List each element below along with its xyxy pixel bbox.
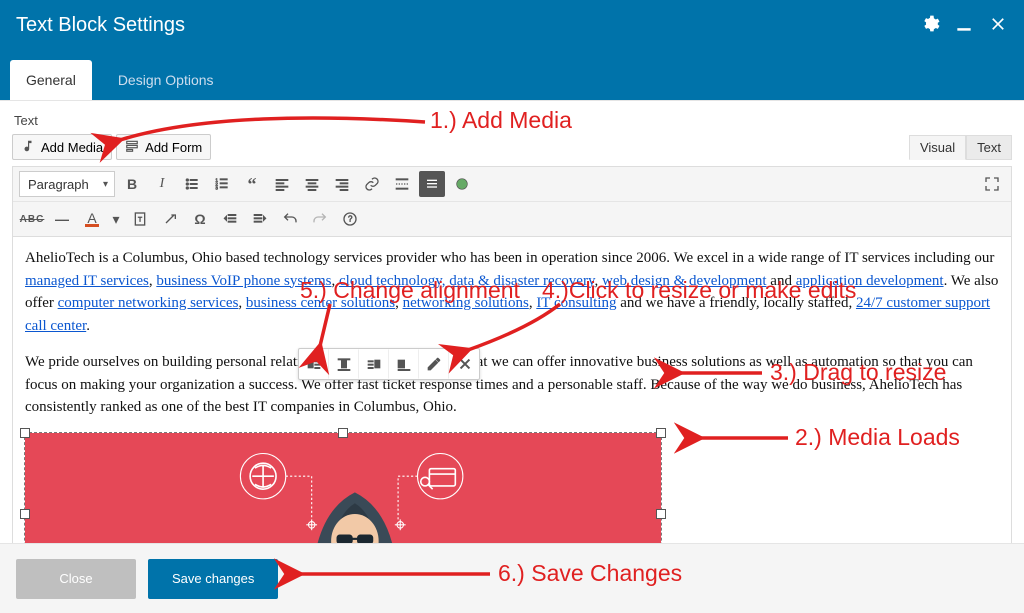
paste-text-button[interactable]: T: [127, 206, 153, 232]
tab-bar: General Design Options: [0, 50, 1024, 100]
editor-content[interactable]: AhelioTech is a Columbus, Ohio based tec…: [12, 237, 1012, 543]
embedded-image[interactable]: [25, 433, 661, 544]
distraction-free-button[interactable]: [449, 171, 475, 197]
image-edit-button[interactable]: [419, 349, 449, 379]
editor-tab-text[interactable]: Text: [966, 135, 1012, 160]
svg-text:T: T: [138, 217, 142, 224]
minimize-icon[interactable]: [954, 14, 974, 37]
resize-handle-tl[interactable]: [20, 428, 30, 438]
link-netsol[interactable]: networking solutions: [403, 295, 529, 311]
indent-button[interactable]: [247, 206, 273, 232]
tab-general[interactable]: General: [10, 60, 92, 100]
special-char-button[interactable]: Ω: [187, 206, 213, 232]
image-illustration: [25, 433, 661, 544]
number-list-button[interactable]: 123: [209, 171, 235, 197]
field-label-text: Text: [14, 113, 1012, 128]
format-select[interactable]: Paragraph: [19, 171, 115, 197]
read-more-button[interactable]: [389, 171, 415, 197]
link-itcons[interactable]: IT consulting: [536, 295, 616, 311]
window-title: Text Block Settings: [16, 14, 185, 37]
tab-design-options[interactable]: Design Options: [102, 60, 230, 100]
resize-handle-ml[interactable]: [20, 509, 30, 519]
link-bizcenter[interactable]: business center solutions: [246, 295, 395, 311]
link-webdev[interactable]: web design & development: [602, 273, 767, 289]
link-appdev[interactable]: application development: [796, 273, 944, 289]
link-voip[interactable]: business VoIP phone systems: [156, 273, 331, 289]
blockquote-button[interactable]: “: [239, 171, 265, 197]
bold-button[interactable]: B: [119, 171, 145, 197]
gear-icon[interactable]: [920, 14, 940, 37]
form-icon: [125, 139, 139, 156]
editor-toolbar: Paragraph B I 123 “ ABC — A ▾ T Ω: [12, 166, 1012, 237]
hr-button[interactable]: —: [49, 206, 75, 232]
link-cloud[interactable]: cloud technology, data & disaster recove…: [339, 273, 594, 289]
link-button[interactable]: [359, 171, 385, 197]
window-controls: [920, 14, 1008, 37]
svg-text:?: ?: [348, 215, 353, 224]
outdent-button[interactable]: [217, 206, 243, 232]
fullscreen-button[interactable]: [979, 171, 1005, 197]
add-form-label: Add Form: [145, 140, 202, 155]
add-media-button[interactable]: Add Media: [12, 134, 112, 160]
media-button-row: Add Media Add Form Visual Text: [12, 134, 1012, 160]
add-media-label: Add Media: [41, 140, 103, 155]
image-align-right-button[interactable]: [359, 349, 389, 379]
editor-mode-tabs: Visual Text: [909, 135, 1012, 160]
image-align-left-button[interactable]: [299, 349, 329, 379]
editor-tab-visual[interactable]: Visual: [909, 135, 966, 160]
clear-format-button[interactable]: [157, 206, 183, 232]
window-header: Text Block Settings: [0, 0, 1024, 50]
svg-text:3: 3: [215, 185, 218, 190]
link-netserv[interactable]: computer networking services: [58, 295, 239, 311]
italic-button[interactable]: I: [149, 171, 175, 197]
image-remove-button[interactable]: [449, 349, 479, 379]
add-form-button[interactable]: Add Form: [116, 134, 211, 160]
strikethrough-button[interactable]: ABC: [19, 206, 45, 232]
resize-handle-tr[interactable]: [656, 428, 666, 438]
save-changes-button[interactable]: Save changes: [148, 559, 278, 599]
undo-button[interactable]: [277, 206, 303, 232]
text-color-button[interactable]: A: [79, 206, 105, 232]
align-right-button[interactable]: [329, 171, 355, 197]
resize-handle-mr[interactable]: [656, 509, 666, 519]
bullet-list-button[interactable]: [179, 171, 205, 197]
align-left-button[interactable]: [269, 171, 295, 197]
image-edit-toolbar: [298, 348, 480, 380]
resize-handle-mt[interactable]: [338, 428, 348, 438]
close-icon[interactable]: [988, 14, 1008, 37]
image-align-none-button[interactable]: [389, 349, 419, 379]
paragraph-2: We pride ourselves on building personal …: [25, 351, 999, 419]
close-button[interactable]: Close: [16, 559, 136, 599]
paragraph-1: AhelioTech is a Columbus, Ohio based tec…: [25, 247, 999, 337]
text-color-dropdown[interactable]: ▾: [109, 206, 123, 232]
footer: Close Save changes: [0, 543, 1024, 613]
music-note-icon: [21, 139, 35, 156]
redo-button[interactable]: [307, 206, 333, 232]
image-align-center-button[interactable]: [329, 349, 359, 379]
link-managed-it[interactable]: managed IT services: [25, 273, 149, 289]
align-center-button[interactable]: [299, 171, 325, 197]
help-button[interactable]: ?: [337, 206, 363, 232]
settings-body: Text Add Media Add Form Visual Text Para…: [0, 100, 1024, 543]
toolbar-toggle-button[interactable]: [419, 171, 445, 197]
